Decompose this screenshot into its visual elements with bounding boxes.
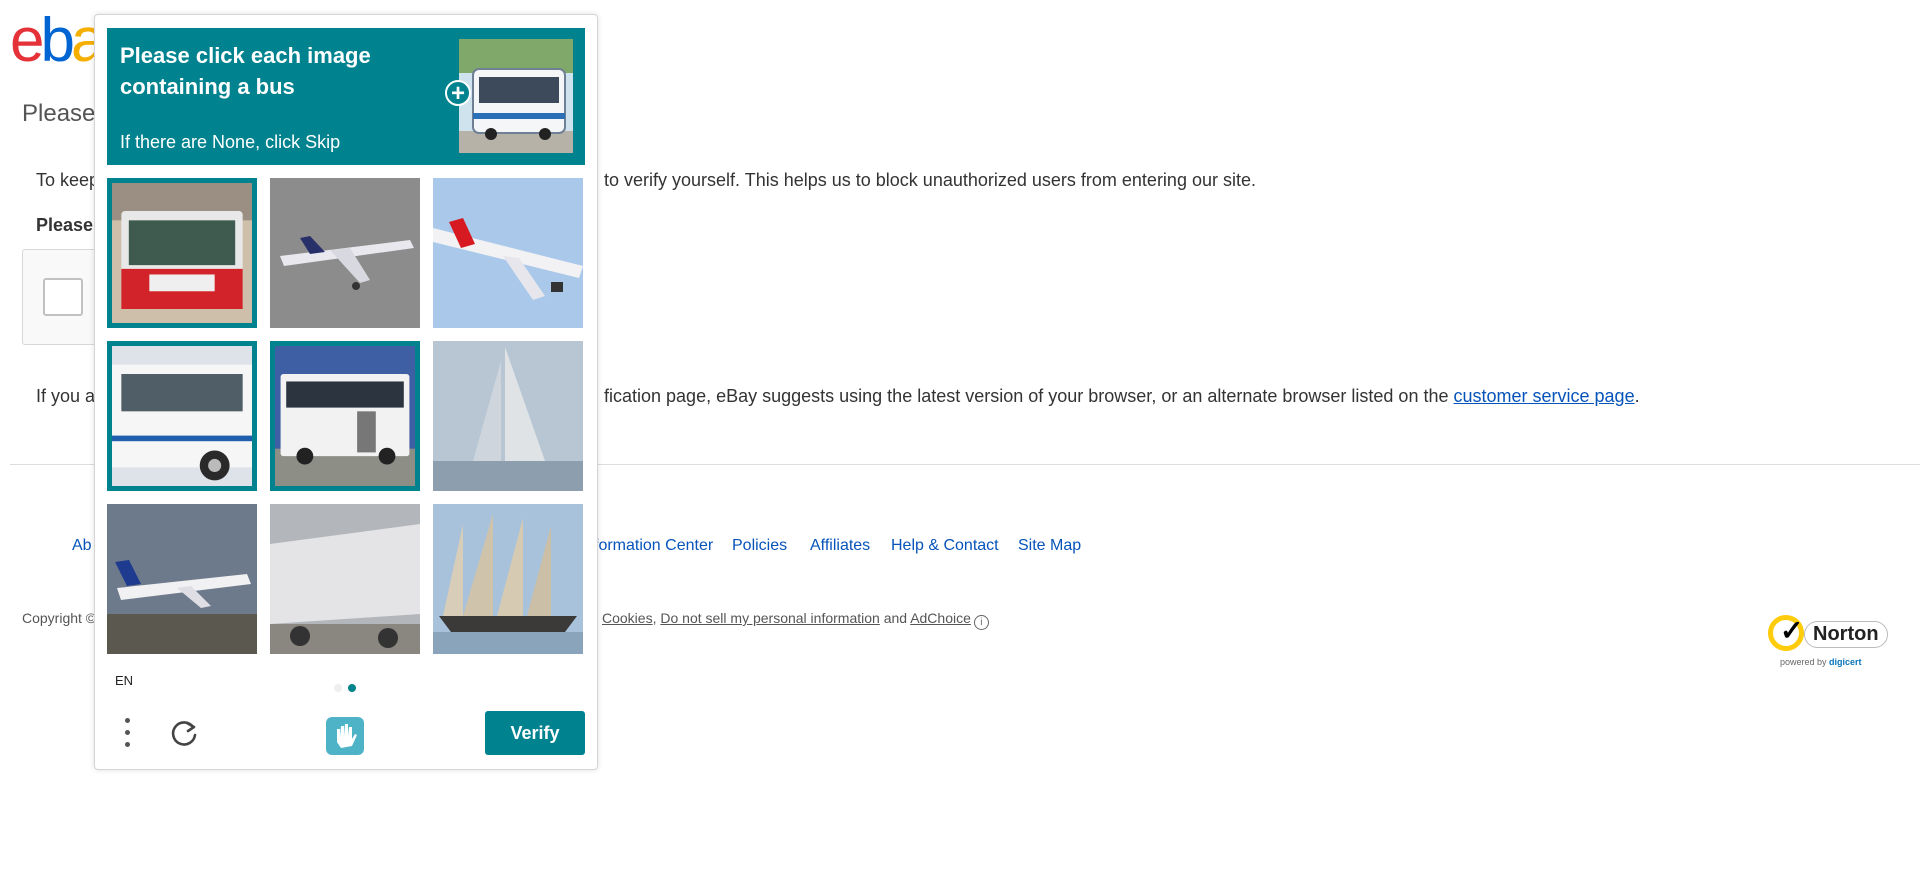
white-bus-side-image bbox=[275, 346, 415, 486]
customer-service-link[interactable]: customer service page bbox=[1454, 386, 1635, 406]
zoom-example-button[interactable]: + bbox=[445, 80, 471, 106]
language-selector[interactable]: EN bbox=[115, 673, 133, 688]
footer-link-site-map[interactable]: Site Map bbox=[1018, 537, 1081, 555]
refresh-icon[interactable] bbox=[169, 718, 199, 748]
bus-example-picture bbox=[459, 39, 573, 153]
red-bus-image bbox=[112, 183, 252, 323]
captcha-tile-2[interactable] bbox=[270, 178, 420, 328]
captcha-tile-5[interactable] bbox=[270, 341, 420, 491]
intro-text-end: to verify yourself. This helps us to blo… bbox=[604, 170, 1256, 190]
footer-link-help-contact[interactable]: Help & Contact bbox=[891, 537, 999, 555]
adchoice-link[interactable]: AdChoice bbox=[910, 610, 971, 626]
page-dot-2 bbox=[348, 684, 356, 692]
help-text: If you a fication page, eBay suggests us… bbox=[36, 386, 1640, 407]
page-title: Please bbox=[22, 100, 96, 127]
logo-letter-b: b bbox=[40, 6, 75, 75]
sailboat-image bbox=[433, 341, 583, 491]
help-text-end: fication page, eBay suggests using the l… bbox=[604, 386, 1640, 407]
norton-powered-by: powered by digicert bbox=[1780, 657, 1862, 667]
copyright-text: Copyright © bbox=[22, 610, 97, 626]
red-tail-airplane-image bbox=[433, 178, 583, 328]
verify-button[interactable]: Verify bbox=[485, 711, 585, 755]
captcha-tile-7[interactable] bbox=[107, 504, 257, 654]
footer-link-affiliates-text[interactable]: Affiliates bbox=[810, 537, 870, 554]
logo-letter-e: e bbox=[10, 6, 45, 75]
white-bus-image bbox=[112, 346, 252, 486]
intro-text-start: To keep bbox=[36, 170, 100, 190]
footer-link-information-center-text[interactable]: formation Center bbox=[594, 537, 713, 554]
captcha-tile-3[interactable] bbox=[433, 178, 583, 328]
captcha-tile-6[interactable] bbox=[433, 341, 583, 491]
airplane-closeup-image bbox=[270, 504, 420, 654]
footer-link-policies-text[interactable]: Policies bbox=[732, 537, 787, 554]
footer-link-policies[interactable]: Policies bbox=[732, 537, 787, 555]
footer-link-about-text[interactable]: Ab bbox=[72, 537, 92, 554]
norton-badge[interactable]: ✓ Norton powered by digicert bbox=[1766, 615, 1888, 669]
captcha-tile-4[interactable] bbox=[107, 341, 257, 491]
captcha-challenge-dialog: Please click each image containing a bus… bbox=[94, 14, 598, 770]
sailing-ship-image bbox=[433, 504, 583, 654]
help-text-body: fication page, eBay suggests using the l… bbox=[604, 386, 1449, 406]
help-period: . bbox=[1634, 386, 1640, 406]
intro-text: To keep to verify yourself. This helps u… bbox=[36, 170, 1256, 191]
page-dot-1 bbox=[334, 684, 342, 692]
footer-link-site-map-text[interactable]: Site Map bbox=[1018, 537, 1081, 554]
norton-digicert: digicert bbox=[1829, 657, 1862, 667]
more-options-icon[interactable] bbox=[125, 718, 131, 750]
captcha-tile-9[interactable] bbox=[433, 504, 583, 654]
please-label: Please bbox=[36, 215, 94, 235]
captcha-tile-1[interactable] bbox=[107, 178, 257, 328]
captcha-prompt-title: Please click each image containing a bus bbox=[120, 43, 371, 99]
footer-link-affiliates[interactable]: Affiliates bbox=[810, 537, 870, 555]
do-not-sell-link[interactable]: Do not sell my personal information bbox=[660, 610, 879, 626]
bus-example-image bbox=[459, 39, 573, 153]
cookies-link[interactable]: Cookies bbox=[602, 610, 653, 626]
legal-and: and bbox=[883, 610, 908, 626]
footer-link-information-center[interactable]: formation Center bbox=[594, 537, 713, 555]
captcha-prompt-subtitle: If there are None, click Skip bbox=[120, 132, 341, 152]
captcha-checkbox[interactable] bbox=[43, 278, 83, 316]
captcha-prompt: Please click each image containing a bus… bbox=[107, 28, 585, 165]
airplane-image bbox=[270, 178, 420, 328]
norton-checkmark-icon: ✓ bbox=[1768, 615, 1804, 651]
legal-links: Cookies, Do not sell my personal informa… bbox=[602, 610, 989, 630]
footer-link-about[interactable]: Ab bbox=[72, 537, 92, 555]
ebay-logo[interactable]: eba bbox=[10, 6, 106, 75]
captcha-image-grid bbox=[107, 178, 587, 670]
norton-wordmark: Norton bbox=[1804, 621, 1888, 648]
accessibility-hand-icon[interactable] bbox=[324, 715, 366, 757]
footer-link-help-contact-text[interactable]: Help & Contact bbox=[891, 537, 999, 554]
page-indicator bbox=[334, 679, 362, 697]
info-icon[interactable]: i bbox=[973, 615, 989, 630]
airplane-runway-image bbox=[107, 504, 257, 654]
captcha-tile-8[interactable] bbox=[270, 504, 420, 654]
help-text-start: If you a bbox=[36, 386, 96, 406]
norton-powered-by-text: powered by bbox=[1780, 657, 1827, 667]
